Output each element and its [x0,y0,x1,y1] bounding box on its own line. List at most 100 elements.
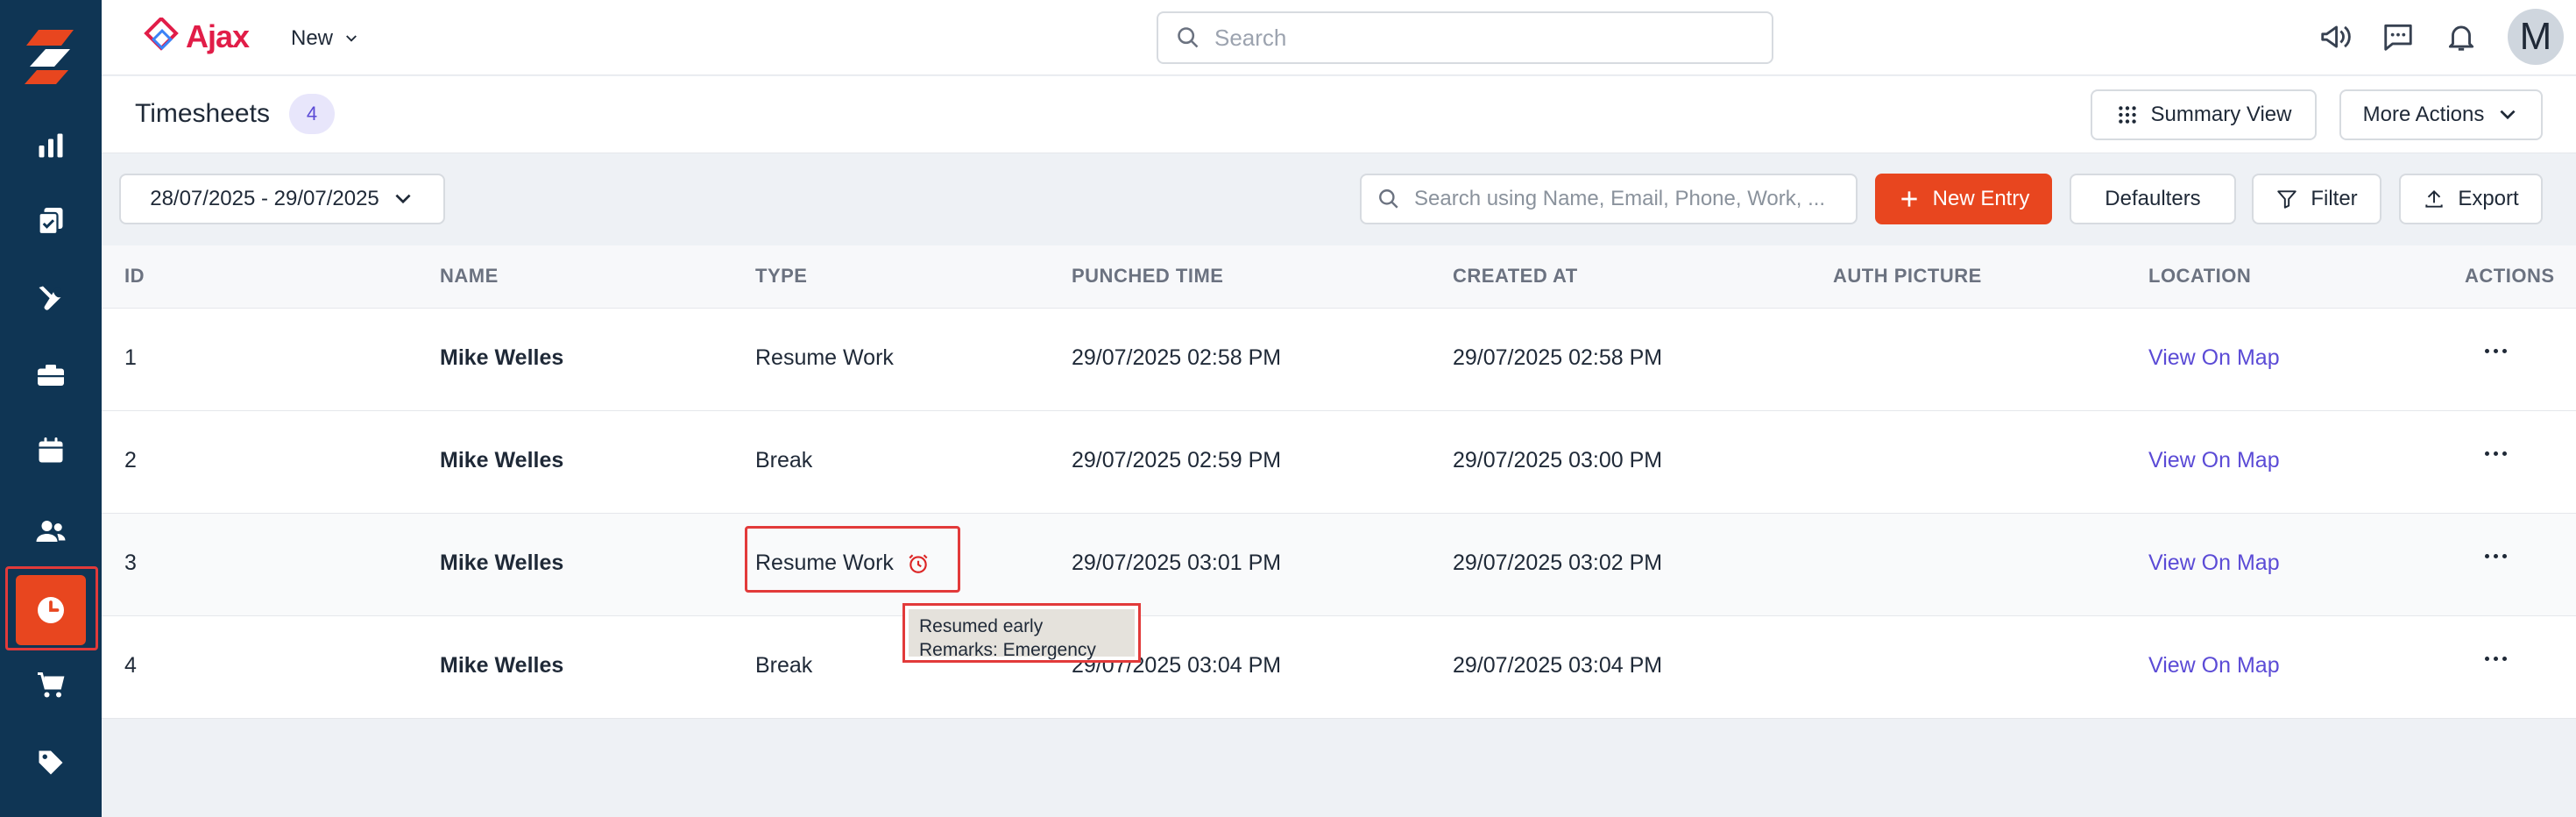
export-label: Export [2458,187,2519,210]
date-range-value: 28/07/2025 - 29/07/2025 [150,187,379,210]
new-menu[interactable]: New [291,19,359,58]
export-button[interactable]: Export [2399,174,2543,224]
more-actions-label: More Actions [2362,103,2485,126]
nav-tags[interactable] [16,728,86,798]
type-cell-highlight [745,526,960,593]
chevron-down-icon [395,194,411,204]
table-row[interactable]: 4 Mike Welles Break 29/07/2025 03:04 PM … [102,616,2576,719]
avatar[interactable]: M [2508,9,2564,65]
view-on-map-link[interactable]: View On Map [2148,345,2280,371]
tag-icon [39,750,63,775]
summary-view-button[interactable]: Summary View [2091,89,2317,140]
row-actions-menu[interactable] [2485,451,2507,456]
search-icon [1379,189,1398,209]
row-actions-menu[interactable] [2485,349,2507,353]
row-actions-menu[interactable] [2485,554,2507,558]
column-header-actions: ACTIONS [2465,265,2555,287]
nav-analytics[interactable] [16,110,86,181]
page-title: Timesheets [135,99,270,128]
table-search[interactable] [1360,174,1858,224]
alarm-tooltip: Resumed early Remarks: Emergency [902,603,1141,663]
tooltip-line-status: Resumed early [919,616,1044,636]
table-header: ID NAME TYPE PUNCHED TIME CREATED AT AUT… [102,245,2576,309]
column-header-punched-time[interactable]: PUNCHED TIME [1072,265,1223,288]
global-search[interactable] [1157,11,1773,64]
cell-name: Mike Welles [440,551,564,575]
cell-type: Break [755,448,813,472]
app-logo-icon[interactable] [19,25,82,88]
cell-punched-time: 29/07/2025 03:01 PM [1072,551,1282,575]
tasks-icon [38,208,63,236]
new-entry-label: New Entry [1932,187,2030,210]
count-badge: 4 [289,94,335,134]
top-icons: M [2318,9,2564,65]
nav-tasks[interactable] [16,186,86,256]
cell-punched-time: 29/07/2025 02:59 PM [1072,448,1282,472]
brand-logo-icon [144,18,179,51]
table-row[interactable]: 3 Mike Welles Resume Work 29/07/2025 03:… [102,514,2576,616]
table-search-input[interactable] [1414,187,1852,211]
cell-id: 2 [124,448,137,472]
column-header-auth-picture: AUTH PICTURE [1833,265,1982,287]
new-entry-button[interactable]: New Entry [1875,174,2052,224]
cell-name: Mike Welles [440,653,564,678]
tooltip-line-remarks: Remarks: Emergency [919,640,1096,660]
nav-tools[interactable] [16,263,86,333]
nav-shop[interactable] [16,650,86,721]
top-bar: Ajax New M [102,0,2576,75]
more-actions-button[interactable]: More Actions [2339,89,2543,140]
cell-created-at: 29/07/2025 02:58 PM [1453,345,1663,370]
cell-name: Mike Welles [440,345,564,370]
cell-id: 1 [124,345,137,370]
brand-name: Ajax [186,18,250,54]
column-header-created-at[interactable]: CREATED AT [1453,265,1578,288]
sidebar [0,0,102,817]
view-on-map-link[interactable]: View On Map [2148,551,2280,576]
cell-punched-time: 29/07/2025 02:58 PM [1072,345,1282,370]
summary-view-label: Summary View [2150,103,2292,126]
timesheets-table: ID NAME TYPE PUNCHED TIME CREATED AT AUT… [102,245,2576,719]
cell-id: 3 [124,551,137,575]
cell-type: Break [755,653,813,678]
global-search-input[interactable] [1214,24,1740,52]
brand[interactable]: Ajax [144,12,250,61]
cell-name: Mike Welles [440,448,564,472]
view-on-map-link[interactable]: View On Map [2148,653,2280,678]
nav-users[interactable] [16,496,86,566]
filter-button[interactable]: Filter [2252,174,2381,224]
cart-icon [38,672,65,698]
page-header: Timesheets 4 Summary View More Actions [102,76,2576,153]
table-row[interactable]: 1 Mike Welles Resume Work 29/07/2025 02:… [102,309,2576,411]
column-header-location: LOCATION [2148,265,2252,287]
cell-type: Resume Work [755,345,894,370]
tools-icon [39,286,61,310]
active-nav-highlight [5,566,98,650]
column-header-name[interactable]: NAME [440,265,499,288]
cell-created-at: 29/07/2025 03:04 PM [1453,653,1663,678]
search-icon [1178,27,1199,48]
nav-calendar[interactable] [16,416,86,486]
defaulters-button[interactable]: Defaulters [2070,174,2236,224]
table-row[interactable]: 2 Mike Welles Break 29/07/2025 02:59 PM … [102,411,2576,514]
bell-icon[interactable] [2445,20,2478,53]
cell-created-at: 29/07/2025 03:00 PM [1453,448,1663,472]
nav-jobs[interactable] [16,340,86,410]
megaphone-icon[interactable] [2318,20,2352,53]
users-icon [36,521,66,542]
column-header-type[interactable]: TYPE [755,265,807,288]
chat-icon[interactable] [2381,20,2415,53]
row-actions-menu[interactable] [2485,657,2507,661]
cell-id: 4 [124,653,137,678]
defaulters-label: Defaulters [2105,187,2201,210]
date-range-picker[interactable]: 28/07/2025 - 29/07/2025 [119,174,445,224]
tooltip-content: Resumed early Remarks: Emergency [909,609,1135,660]
upload-icon [2425,189,2443,208]
plus-icon [1900,191,1917,207]
chevron-down-icon [2500,110,2516,120]
view-on-map-link[interactable]: View On Map [2148,448,2280,473]
filter-label: Filter [2311,187,2358,210]
calendar-icon [39,437,63,463]
cell-created-at: 29/07/2025 03:02 PM [1453,551,1663,575]
column-header-id[interactable]: ID [124,265,145,288]
briefcase-icon [38,365,64,386]
